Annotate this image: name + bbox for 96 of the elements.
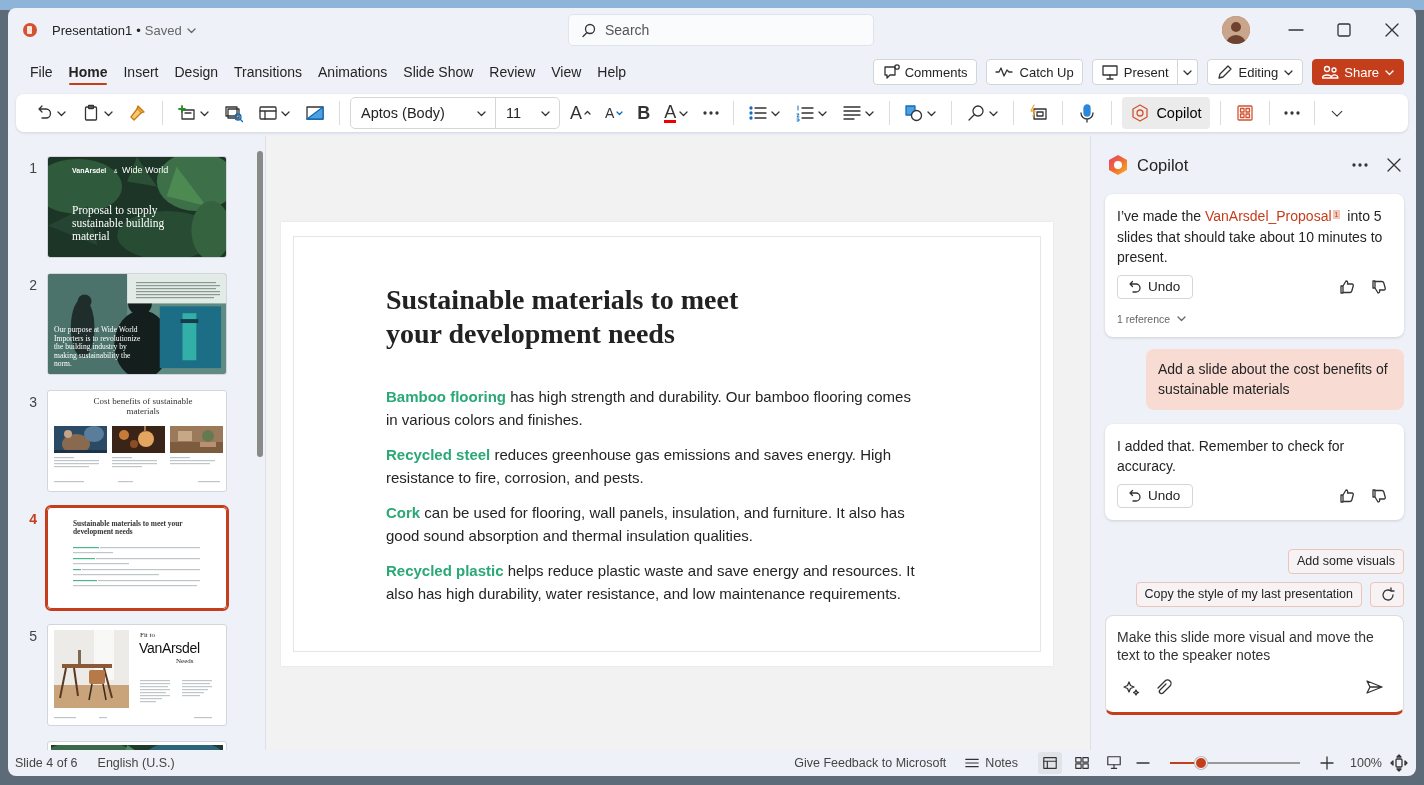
font-name-dropdown[interactable]: Aptos (Body) <box>351 98 496 128</box>
presentation-screen-icon <box>1100 63 1119 81</box>
share-button[interactable]: Share <box>1312 59 1404 85</box>
language-status[interactable]: English (U.S.) <box>97 756 175 770</box>
scrollbar-thumb[interactable] <box>257 151 263 457</box>
grid-icon <box>1074 755 1090 771</box>
background-icon <box>305 103 325 123</box>
slide-paragraph[interactable]: Recycled plastic helps reduce plastic waste and save energy and resources. It also has high durability, water resistance, and low maintenance requirements. <box>386 560 926 605</box>
sparkle-icon[interactable] <box>1122 679 1140 697</box>
search-icon <box>581 22 597 38</box>
suggestion-chip[interactable]: Copy the style of my last presentation <box>1135 581 1362 607</box>
editing-mode-button[interactable]: Editing <box>1206 59 1304 85</box>
slide-title[interactable]: Sustainable materials to meet your development needs <box>386 283 791 351</box>
menu-tab[interactable]: Home <box>60 57 116 87</box>
file-name: Presentation1 <box>52 22 133 38</box>
layout-icon <box>258 103 278 123</box>
slide-number: 2 <box>28 276 38 293</box>
comments-button[interactable]: Comments <box>872 59 977 85</box>
normal-view-icon <box>1042 755 1058 771</box>
font-color-button[interactable]: A <box>660 98 694 128</box>
menu-tab[interactable]: File <box>22 57 61 87</box>
menu-tab[interactable]: Insert <box>115 57 167 87</box>
caret-down-icon <box>616 110 624 116</box>
slide-number: 5 <box>28 627 38 644</box>
numbered-list-icon <box>795 103 816 123</box>
normal-view-button[interactable] <box>1038 752 1062 774</box>
slide-thumbnail[interactable]: Cost benefits of sustainable materials <box>47 390 227 492</box>
slide-paragraph[interactable]: Bamboo flooring has high strength and durability. Our bamboo flooring comes in various colors and finishes. <box>386 386 926 431</box>
copilot-logo-icon <box>1107 154 1129 176</box>
fit-to-window-icon[interactable] <box>1390 754 1408 772</box>
slide-number: 1 <box>28 159 38 176</box>
shapes-icon <box>904 103 925 123</box>
zoom-thumb[interactable] <box>1195 757 1208 769</box>
catch-up-button[interactable]: Catch Up <box>985 59 1083 85</box>
menu-tab[interactable]: Design <box>166 57 227 87</box>
undo-button[interactable]: Undo <box>1117 274 1194 299</box>
zoom-in-icon[interactable] <box>1318 754 1336 772</box>
chat-input-box[interactable]: Make this slide more visual and move the text to the speaker notes <box>1105 614 1404 715</box>
more-icon <box>703 111 720 115</box>
caret-up-icon <box>584 110 591 116</box>
comment-icon <box>881 63 900 81</box>
thumbs-up-icon[interactable] <box>1338 486 1356 505</box>
save-status-dropdown[interactable]: Saved <box>144 22 182 38</box>
user-message: Add a slide about the cost benefits of sustainable materials <box>1146 348 1404 410</box>
more-icon <box>1283 111 1300 115</box>
refresh-icon <box>1379 586 1395 602</box>
shrink-font-button[interactable]: A <box>601 98 628 128</box>
pencil-icon <box>1215 63 1234 81</box>
grow-font-button[interactable]: A <box>566 98 595 128</box>
menu-tab[interactable]: View <box>543 57 590 87</box>
search-icon <box>966 103 987 123</box>
menu-tab[interactable]: Help <box>589 57 635 87</box>
new-slide-icon <box>177 103 197 123</box>
logo-text: Wide World <box>122 165 169 175</box>
slides-search-icon <box>224 103 244 123</box>
references-toggle[interactable]: 1 reference <box>1117 312 1188 325</box>
font-size-dropdown[interactable]: 11 <box>496 98 559 128</box>
present-button[interactable]: Present <box>1091 59 1178 85</box>
message-text: I added that. Remember to check for accuracy. <box>1117 436 1346 476</box>
avatar[interactable] <box>1222 16 1250 44</box>
slide-paragraph[interactable]: Cork can be used for flooring, wall panels, insulation, and furniture. It also has good sound absorption and thermal insulation qualities. <box>386 502 926 547</box>
copilot-button[interactable]: Copilot <box>1122 97 1210 129</box>
zoom-level[interactable]: 100% <box>1350 756 1382 770</box>
panel-title: Copilot <box>1137 155 1189 175</box>
maximize-icon[interactable] <box>1334 20 1354 40</box>
menu-tab[interactable]: Transitions <box>226 57 311 87</box>
send-icon[interactable] <box>1365 677 1385 696</box>
suggestion-chip[interactable]: Add some visuals <box>1288 548 1404 574</box>
bold-button[interactable]: B <box>633 98 655 128</box>
slide-title: VanArsdel <box>139 640 200 656</box>
feedback-link[interactable]: Give Feedback to Microsoft <box>794 756 947 770</box>
designer-icon <box>1028 103 1049 123</box>
menu-tab[interactable]: Slide Show <box>395 57 482 87</box>
slide-counter: Slide 4 of 6 <box>15 756 78 770</box>
thumbs-down-icon[interactable] <box>1370 277 1388 296</box>
presentation-screen-icon <box>1106 755 1122 771</box>
refresh-button[interactable] <box>1370 581 1404 607</box>
thumbs-down-icon[interactable] <box>1370 486 1388 505</box>
grid-icon <box>1234 103 1255 123</box>
copilot-icon <box>1130 103 1151 123</box>
undo-button[interactable]: Undo <box>1117 483 1194 508</box>
slide-number: 3 <box>28 393 38 410</box>
slide-title: Proposal to supply sustainable building material <box>72 204 166 243</box>
thumbs-up-icon[interactable] <box>1338 277 1356 296</box>
align-text-icon <box>842 103 863 123</box>
people-icon <box>1321 63 1340 81</box>
search-field[interactable]: Search <box>568 14 874 46</box>
slide-number: 4 <box>28 510 38 527</box>
slide-title: Cost benefits of sustainable materials <box>92 397 194 416</box>
notes-button[interactable]: Notes <box>964 755 1018 771</box>
slide-paragraph[interactable]: Recycled steel reduces greenhouse gas emissions and saves energy. High resistance to fire, corrosion, and pests. <box>386 444 926 489</box>
powerpoint-logo-icon <box>22 22 38 38</box>
menu-tab[interactable]: Animations <box>310 57 396 87</box>
prompt-field[interactable]: Make this slide more visual and move the text to the speaker notes <box>1117 627 1393 672</box>
separator-dot: • <box>136 22 141 38</box>
menu-tab[interactable]: Review <box>481 57 544 87</box>
